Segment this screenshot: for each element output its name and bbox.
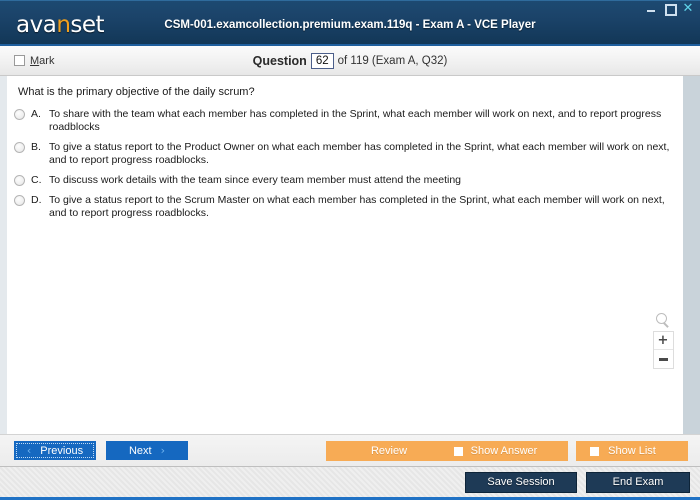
chevron-right-icon: › — [160, 444, 166, 457]
zoom-controls: + — [652, 312, 674, 369]
question-number-field[interactable]: 62 — [310, 52, 334, 69]
question-word: Question — [252, 53, 307, 68]
question-body: What is the primary objective of the dai… — [0, 76, 700, 434]
next-button[interactable]: Next › — [106, 441, 188, 460]
question-total-label: of 119 (Exam A, Q32) — [337, 54, 448, 67]
answer-option-b[interactable]: B. To give a status report to the Produc… — [14, 141, 673, 167]
show-answer-button-label: Show Answer — [470, 444, 538, 457]
zoom-button-group: + — [652, 331, 674, 369]
zoom-out-button[interactable] — [654, 350, 673, 368]
radio-d[interactable] — [14, 195, 25, 206]
next-button-label: Next — [128, 444, 152, 457]
option-text-c: To discuss work details with the team si… — [49, 174, 462, 186]
show-list-button[interactable]: Show List — [576, 440, 688, 461]
answer-option-d[interactable]: D. To give a status report to the Scrum … — [14, 194, 673, 220]
question-text: What is the primary objective of the dai… — [18, 86, 255, 98]
window-controls: ✕ — [646, 2, 694, 16]
question-pane: What is the primary objective of the dai… — [7, 76, 683, 434]
scrollbar-track[interactable] — [683, 76, 700, 434]
show-answer-button[interactable]: Show Answer — [440, 440, 568, 461]
zoom-out-icon — [658, 357, 668, 361]
answer-option-a[interactable]: A. To share with the team what each memb… — [14, 108, 673, 134]
maximize-icon[interactable] — [664, 3, 677, 16]
chevron-left-icon: ‹ — [26, 444, 32, 457]
navigation-bar: ‹ Previous Next › Review Show Answer Sho… — [0, 434, 700, 466]
magnifier-icon — [655, 312, 671, 328]
option-letter-d: D. — [31, 194, 42, 206]
show-list-button-label: Show List — [608, 444, 656, 457]
close-icon[interactable]: ✕ — [682, 2, 694, 15]
minimize-icon[interactable] — [646, 3, 657, 14]
square-icon-answer — [454, 446, 463, 456]
radio-b[interactable] — [14, 142, 25, 153]
option-letter-b: B. — [31, 141, 41, 153]
radio-a[interactable] — [14, 109, 25, 120]
option-letter-c: C. — [31, 174, 42, 186]
option-text-a: To share with the team what each member … — [49, 108, 662, 133]
question-counter: Question 62 of 119 (Exam A, Q32) — [0, 52, 700, 69]
status-bar: Save Session End Exam — [0, 466, 700, 500]
option-text-b: To give a status report to the Product O… — [49, 141, 670, 166]
review-button-label: Review — [370, 444, 408, 457]
save-session-button[interactable]: Save Session — [465, 471, 577, 493]
previous-button[interactable]: ‹ Previous — [14, 441, 96, 460]
question-toolbar: Mark Question 62 of 119 (Exam A, Q32) — [0, 46, 700, 76]
option-letter-a: A. — [31, 108, 41, 120]
vertical-scrollbar[interactable] — [683, 76, 700, 434]
title-bar: avanset CSM-001.examcollection.premium.e… — [0, 0, 700, 46]
zoom-in-button[interactable]: + — [653, 332, 673, 350]
option-text-d: To give a status report to the Scrum Mas… — [49, 194, 665, 219]
radio-c[interactable] — [14, 175, 25, 186]
answer-options-list: A. To share with the team what each memb… — [14, 108, 673, 220]
window-title: CSM-001.examcollection.premium.exam.119q… — [164, 19, 536, 31]
end-exam-button[interactable]: End Exam — [586, 471, 690, 493]
answer-option-c[interactable]: C. To discuss work details with the team… — [14, 174, 673, 187]
previous-button-label: Previous — [40, 444, 84, 457]
vce-player-window: avanset CSM-001.examcollection.premium.e… — [0, 0, 700, 500]
square-icon-list — [590, 446, 599, 456]
